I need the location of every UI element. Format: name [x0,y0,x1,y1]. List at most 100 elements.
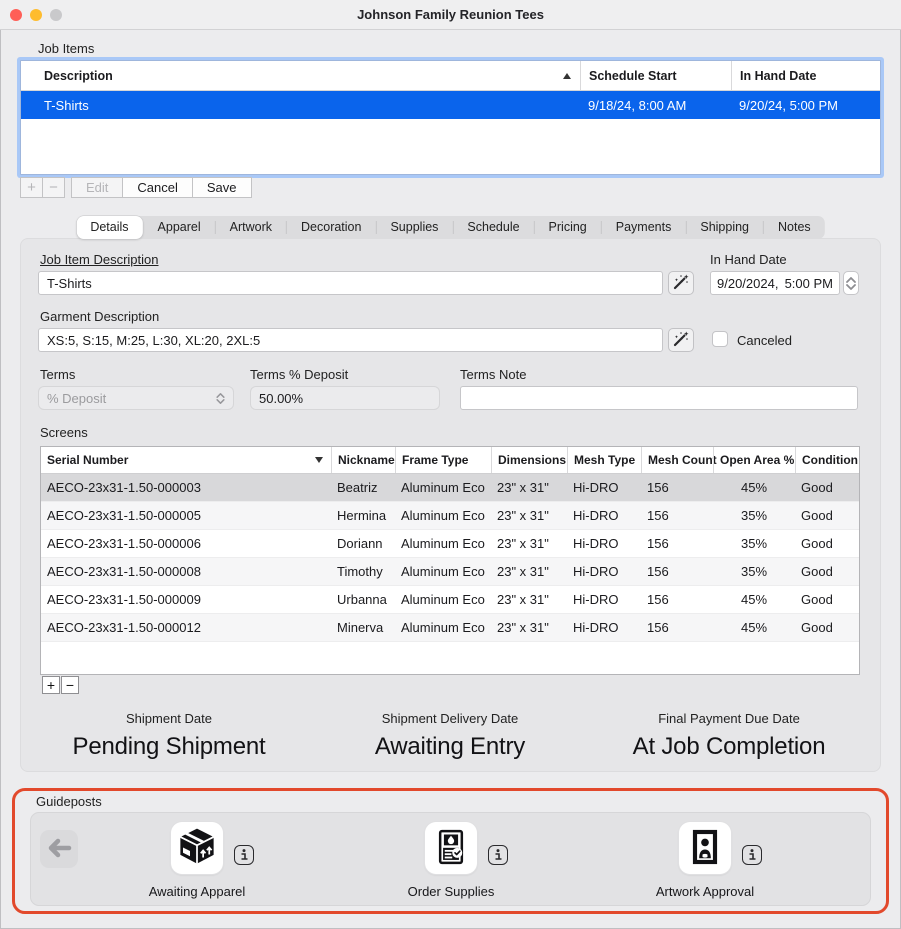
job-item-in-hand-date-cell: 9/20/24, 5:00 PM [731,91,880,119]
screens-cell: 35% [713,530,795,557]
tab-shipping[interactable]: Shipping [686,216,763,239]
arrow-left-icon [46,837,72,862]
screens-cell: Good [795,558,859,585]
job-items-col-in-hand-date[interactable]: In Hand Date [731,61,880,90]
job-items-col-schedule-start[interactable]: Schedule Start [580,61,731,90]
app-window: Johnson Family Reunion Tees Job Items De… [0,0,901,929]
tab-apparel[interactable]: Apparel [144,216,215,239]
info-icon[interactable] [234,845,254,865]
final-payment-due-date-summary: Final Payment Due Date At Job Completion [589,711,869,761]
add-job-item-button[interactable]: + [20,177,43,198]
screens-cell: Hi-DRO [567,586,641,613]
job-item-description-label[interactable]: Job Item Description [40,252,159,267]
guidepost-tile[interactable] [679,822,731,874]
screens-table-row[interactable]: AECO-23x31-1.50-000012MinervaAluminum Ec… [41,614,859,642]
screens-col-frame-type[interactable]: Frame Type [395,447,491,473]
guidepost-back-button[interactable] [40,830,78,868]
screens-cell: 35% [713,558,795,585]
remove-job-item-button[interactable]: − [42,177,65,198]
in-hand-date-label: In Hand Date [710,252,787,267]
final-payment-due-date-value: At Job Completion [589,733,869,761]
screens-cell: 156 [641,530,713,557]
screens-cell: Hi-DRO [567,474,641,501]
window-controls [10,9,62,21]
screens-cell: Hi-DRO [567,530,641,557]
job-items-table: Description Schedule Start In Hand Date … [20,60,881,175]
tab-artwork[interactable]: Artwork [216,216,286,239]
screens-table-row[interactable]: AECO-23x31-1.50-000009UrbannaAluminum Ec… [41,586,859,614]
screens-cell: AECO-23x31-1.50-000012 [41,614,331,641]
sort-ascending-icon [563,73,571,79]
close-window-icon[interactable] [10,9,22,21]
terms-select[interactable]: % Deposit [38,386,234,410]
screens-table-row[interactable]: AECO-23x31-1.50-000008TimothyAluminum Ec… [41,558,859,586]
screens-toolbar: + − [42,676,79,694]
remove-screen-button[interactable]: − [61,676,79,694]
in-hand-date-field[interactable]: 9/20/2024, 5:00 PM [710,271,840,295]
tab-details[interactable]: Details [76,216,142,239]
screens-cell: AECO-23x31-1.50-000009 [41,586,331,613]
screens-cell: Aluminum Eco [395,474,491,501]
screens-col-serial-number[interactable]: Serial Number [41,447,331,473]
terms-label: Terms [40,367,75,382]
screens-cell: Aluminum Eco [395,502,491,529]
tab-schedule[interactable]: Schedule [453,216,533,239]
canceled-checkbox[interactable] [712,331,728,347]
guidepost-tile[interactable] [425,822,477,874]
garment-description-field[interactable]: XS:5, S:15, M:25, L:30, XL:20, 2XL:5 [38,328,663,352]
minimize-window-icon[interactable] [30,9,42,21]
job-items-col-description[interactable]: Description [21,61,580,90]
job-items-toolbar: + − Edit Cancel Save [20,177,252,198]
tab-payments[interactable]: Payments [602,216,686,239]
job-item-description-cell: T-Shirts [21,91,580,119]
in-hand-date-stepper[interactable] [843,271,859,295]
info-icon[interactable] [488,845,508,865]
screens-col-dimensions[interactable]: Dimensions [491,447,567,473]
screens-table-row[interactable]: AECO-23x31-1.50-000003BeatrizAluminum Ec… [41,474,859,502]
screens-label: Screens [40,425,88,440]
tab-bar: DetailsApparelArtworkDecorationSuppliesS… [76,216,824,239]
tab-pricing[interactable]: Pricing [535,216,601,239]
guidepost-tile[interactable] [171,822,223,874]
magic-wand-icon [672,330,690,351]
screens-cell: 23" x 31" [491,502,567,529]
tab-supplies[interactable]: Supplies [376,216,452,239]
title-bar: Johnson Family Reunion Tees [0,0,901,30]
screens-cell: Aluminum Eco [395,614,491,641]
tab-decoration[interactable]: Decoration [287,216,375,239]
in-hand-time-value: 5:00 PM [785,276,833,291]
cancel-button[interactable]: Cancel [122,177,192,198]
job-items-row-selected[interactable]: T-Shirts 9/18/24, 8:00 AM 9/20/24, 5:00 … [21,91,880,119]
job-item-description-field[interactable]: T-Shirts [38,271,663,295]
canceled-label: Canceled [737,333,792,348]
screens-col-open-area-[interactable]: Open Area % [713,447,795,473]
autofill-description-button[interactable] [668,271,694,295]
screens-col-condition[interactable]: Condition [795,447,859,473]
info-icon[interactable] [742,845,762,865]
screens-cell: Hi-DRO [567,614,641,641]
autofill-garment-button[interactable] [668,328,694,352]
shipment-delivery-date-summary: Shipment Delivery Date Awaiting Entry [310,711,590,761]
terms-note-field[interactable] [460,386,858,410]
terms-note-label: Terms Note [460,367,526,382]
add-screen-button[interactable]: + [42,676,60,694]
screens-cell: 23" x 31" [491,558,567,585]
tab-notes[interactable]: Notes [764,216,825,239]
screens-col-mesh-type[interactable]: Mesh Type [567,447,641,473]
screens-col-mesh-count[interactable]: Mesh Count [641,447,713,473]
screens-cell: Aluminum Eco [395,586,491,613]
screens-cell: Aluminum Eco [395,558,491,585]
save-button[interactable]: Save [192,177,252,198]
zoom-window-icon[interactable] [50,9,62,21]
screens-cell: Hi-DRO [567,558,641,585]
terms-deposit-field[interactable]: 50.00% [250,386,440,410]
screens-table-row[interactable]: AECO-23x31-1.50-000005HerminaAluminum Ec… [41,502,859,530]
screens-col-nickname[interactable]: Nickname [331,447,395,473]
screens-cell: 35% [713,502,795,529]
screens-cell: 23" x 31" [491,586,567,613]
edit-button[interactable]: Edit [71,177,123,198]
job-item-schedule-start-cell: 9/18/24, 8:00 AM [580,91,731,119]
screens-table-row[interactable]: AECO-23x31-1.50-000006DoriannAluminum Ec… [41,530,859,558]
screens-cell: 156 [641,558,713,585]
chevron-up-icon [846,277,856,283]
